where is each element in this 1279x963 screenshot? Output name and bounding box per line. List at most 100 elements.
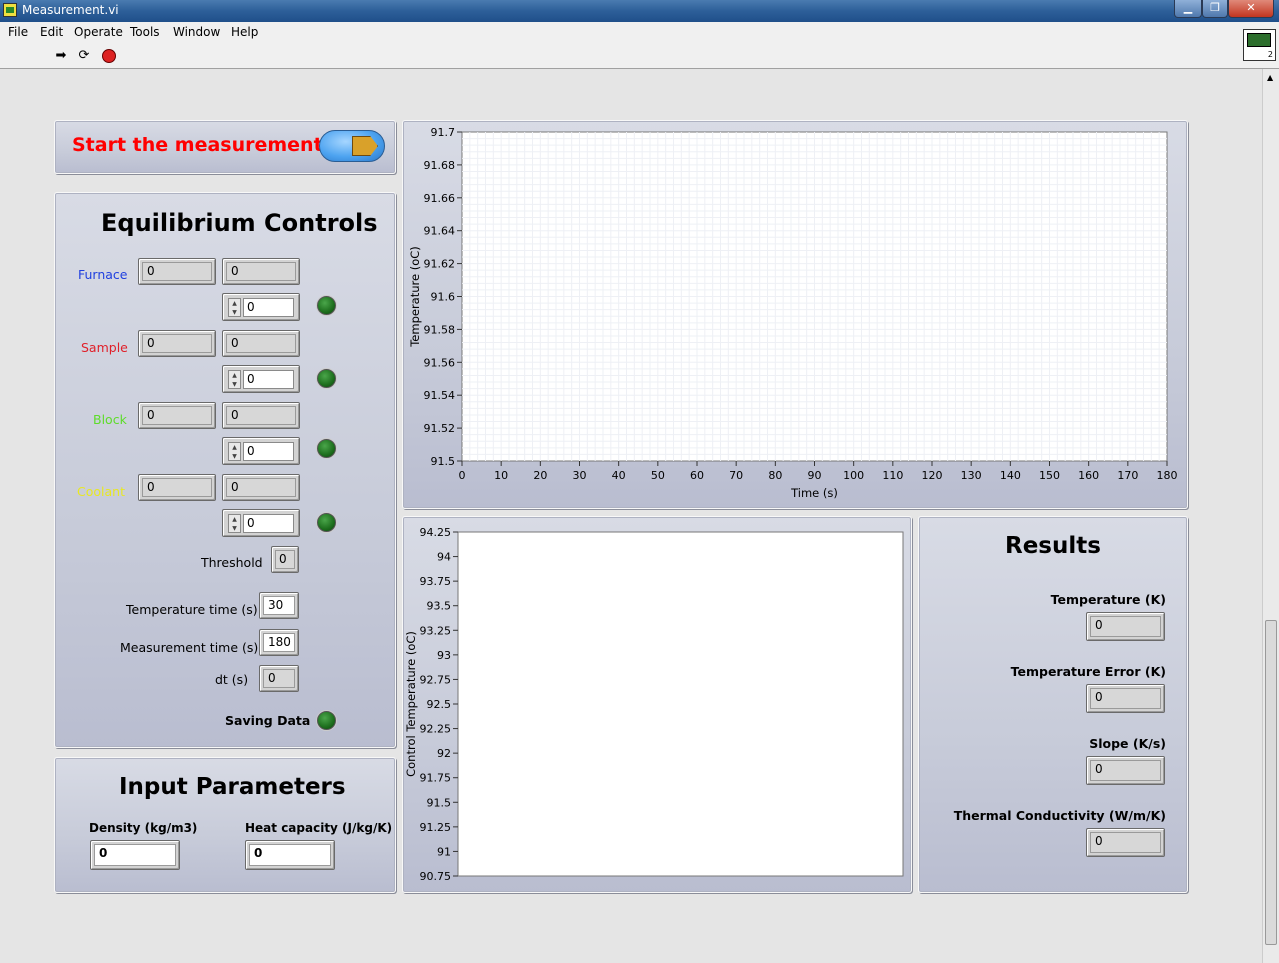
y-tick-label-1: 91.54 xyxy=(424,389,456,402)
y-tick-label-2: 92.75 xyxy=(420,673,452,686)
sample-setpoint-input[interactable]: 0 xyxy=(243,370,294,389)
menu-file[interactable]: File xyxy=(8,25,28,39)
block-setpoint-control[interactable]: ▲ ▼ 0 xyxy=(222,437,300,465)
run-arrow-icon[interactable]: ➡ xyxy=(54,49,68,63)
x-tick-label-1: 20 xyxy=(533,469,547,482)
x-tick-label-1: 60 xyxy=(690,469,704,482)
result-thermal-conductivity-value: 0 xyxy=(1086,828,1165,857)
maximize-button[interactable]: ❐ xyxy=(1202,0,1228,18)
menu-bar: File Edit Operate Tools Window Help xyxy=(0,22,1279,42)
close-button[interactable]: ✕ xyxy=(1228,0,1274,18)
furnace-spinner[interactable]: ▲ ▼ xyxy=(228,298,241,317)
scrollbar-thumb[interactable] xyxy=(1265,620,1277,945)
menu-window[interactable]: Window xyxy=(173,25,220,39)
vi-icon-badge: 2 xyxy=(1267,50,1273,59)
block-value-1: 0 xyxy=(138,402,216,429)
result-temperature-label: Temperature (K) xyxy=(1050,592,1166,607)
control-temperature-chart[interactable]: 94.25 94 93.75 93.5 93.25 93 92.75 92.5 92.25 92 9… xyxy=(403,517,911,892)
minimize-button[interactable]: ▁ xyxy=(1174,0,1202,18)
equilibrium-controls-panel: Equilibrium Controls Furnace 0 0 ▲ ▼ 0 Sa… xyxy=(54,192,396,748)
coolant-status-led[interactable] xyxy=(317,513,336,532)
measurement-time-input[interactable]: 180 xyxy=(259,629,299,656)
y-tick-label-2: 90.75 xyxy=(420,870,452,883)
x-tick-label-1: 0 xyxy=(459,469,466,482)
x-tick-label-1: 10 xyxy=(494,469,508,482)
vi-connector-icon[interactable]: 2 xyxy=(1243,29,1276,61)
y-tick-label-2: 91.25 xyxy=(420,821,452,834)
menu-help[interactable]: Help xyxy=(231,25,258,39)
heat-capacity-input[interactable]: 0 xyxy=(245,840,335,870)
y-tick-label-2: 91.5 xyxy=(427,796,452,809)
y-tick-label-1: 91.5 xyxy=(431,455,456,468)
y-tick-label-1: 91.64 xyxy=(424,225,456,238)
y-tick-label-1: 91.58 xyxy=(424,323,456,336)
x-tick-label-1: 90 xyxy=(808,469,822,482)
heat-capacity-label: Heat capacity (J/kg/K) xyxy=(245,821,393,835)
vertical-scrollbar[interactable]: ▲ xyxy=(1262,69,1279,963)
y-tick-label-2: 92 xyxy=(437,747,451,760)
start-panel: Start the measurement xyxy=(54,120,396,174)
coolant-setpoint-input[interactable]: 0 xyxy=(243,514,294,533)
y-tick-label-2: 93.25 xyxy=(420,624,452,637)
furnace-status-led[interactable] xyxy=(317,296,336,315)
y-tick-label-2: 94 xyxy=(437,551,451,564)
x-tick-label-1: 160 xyxy=(1078,469,1099,482)
temperature-chart[interactable]: 0 10 20 30 40 50 60 70 80 90 100 110 120 130 140 150 160… xyxy=(403,121,1187,508)
y-tick-label-2: 91.75 xyxy=(420,772,452,785)
results-title: Results xyxy=(1005,533,1101,559)
saving-data-led[interactable] xyxy=(317,711,336,730)
furnace-setpoint-control[interactable]: ▲ ▼ 0 xyxy=(222,293,300,321)
abort-stop-icon[interactable] xyxy=(102,49,116,63)
start-measurement-label: Start the measurement xyxy=(72,134,323,156)
y-tick-label-2: 93 xyxy=(437,649,451,662)
furnace-value-2: 0 xyxy=(222,258,300,285)
control-temperature-chart-panel: 94.25 94 93.75 93.5 93.25 93 92.75 92.5 92.25 92 9… xyxy=(402,516,912,893)
toolbar: ➡ ⟳ xyxy=(0,42,1279,69)
y-tick-label-1: 91.52 xyxy=(424,422,456,435)
sample-status-led[interactable] xyxy=(317,369,336,388)
block-status-led[interactable] xyxy=(317,439,336,458)
menu-edit[interactable]: Edit xyxy=(40,25,63,39)
start-measurement-button[interactable] xyxy=(319,130,385,162)
sample-setpoint-control[interactable]: ▲ ▼ 0 xyxy=(222,365,300,393)
y-tick-label-2: 92.5 xyxy=(427,698,452,711)
result-temperature-error-label: Temperature Error (K) xyxy=(1010,664,1166,679)
density-label: Density (kg/m3) xyxy=(89,821,198,835)
furnace-value-1: 0 xyxy=(138,258,216,285)
furnace-label: Furnace xyxy=(78,267,128,282)
y-tick-label-2: 94.25 xyxy=(420,526,452,539)
block-spinner[interactable]: ▲ ▼ xyxy=(228,442,241,461)
scroll-up-icon[interactable]: ▲ xyxy=(1267,73,1273,82)
measurement-time-label: Measurement time (s) xyxy=(120,640,259,655)
coolant-setpoint-control[interactable]: ▲ ▼ 0 xyxy=(222,509,300,537)
temperature-time-input[interactable]: 30 xyxy=(259,592,299,619)
coolant-value-2: 0 xyxy=(222,474,300,501)
y-tick-label-1: 91.7 xyxy=(431,126,456,139)
furnace-setpoint-input[interactable]: 0 xyxy=(243,298,294,317)
sample-spinner[interactable]: ▲ ▼ xyxy=(228,370,241,389)
threshold-label: Threshold xyxy=(201,555,263,570)
density-input[interactable]: 0 xyxy=(90,840,180,870)
y-tick-label-2: 91 xyxy=(437,845,451,858)
block-setpoint-input[interactable]: 0 xyxy=(243,442,294,461)
x-tick-label-1: 110 xyxy=(882,469,903,482)
coolant-spinner[interactable]: ▲ ▼ xyxy=(228,514,241,533)
x-tick-label-1: 130 xyxy=(961,469,982,482)
temperature-time-label: Temperature time (s) xyxy=(126,602,258,617)
window-title: Measurement.vi xyxy=(22,3,119,17)
dt-label: dt (s) xyxy=(215,672,249,687)
plot-area-2 xyxy=(457,531,904,877)
equilibrium-title: Equilibrium Controls xyxy=(101,209,378,237)
y-tick-label-1: 91.68 xyxy=(424,159,456,172)
menu-tools[interactable]: Tools xyxy=(130,25,160,39)
result-temperature-value: 0 xyxy=(1086,612,1165,641)
result-temperature-error-value: 0 xyxy=(1086,684,1165,713)
x-tick-label-1: 140 xyxy=(1000,469,1021,482)
y-tick-label-1: 91.62 xyxy=(424,258,456,271)
title-bar: Measurement.vi ▁ ❐ ✕ xyxy=(0,0,1279,22)
x-tick-label-1: 40 xyxy=(612,469,626,482)
menu-operate[interactable]: Operate xyxy=(74,25,123,39)
run-continuously-icon[interactable]: ⟳ xyxy=(77,49,91,63)
y-tick-label-2: 92.25 xyxy=(420,723,452,736)
x-tick-label-1: 170 xyxy=(1117,469,1138,482)
